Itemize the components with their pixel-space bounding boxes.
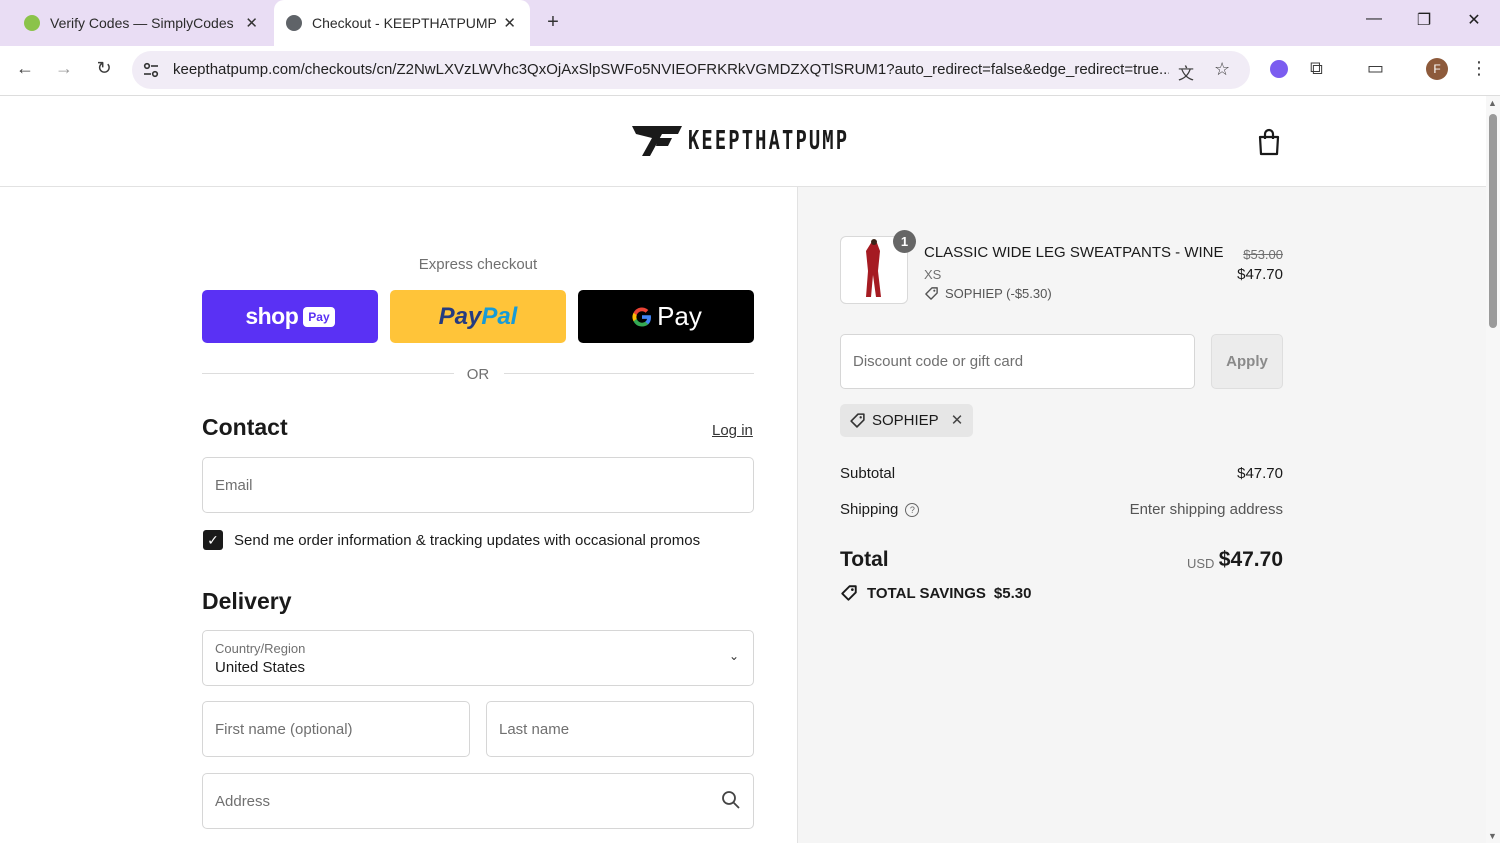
- google-g-icon: [632, 306, 652, 327]
- subtotal-label: Subtotal: [840, 465, 896, 482]
- simplycodes-favicon-icon: [24, 15, 40, 31]
- discount-code-input[interactable]: Discount code or gift card: [840, 334, 1195, 389]
- store-header: KEEPTHATPUMP: [0, 96, 1486, 187]
- translate-icon[interactable]: 文: [1178, 60, 1194, 84]
- tab-title: Verify Codes — SimplyCodes: [50, 15, 234, 31]
- applied-code: SOPHIEP: [872, 412, 939, 429]
- paypal-wordmark-a: Pay: [438, 302, 482, 330]
- puzzle-icon[interactable]: ⧉: [1310, 58, 1323, 79]
- address-field[interactable]: Address: [202, 773, 754, 829]
- subtotal-value: $47.70: [1237, 465, 1283, 482]
- email-field[interactable]: Email: [202, 457, 754, 513]
- google-pay-wordmark: Pay: [657, 301, 702, 331]
- country-select[interactable]: Country/Region United States ⌄: [202, 630, 754, 686]
- paypal-button[interactable]: Pay Pal: [390, 290, 566, 343]
- discount-placeholder: Discount code or gift card: [853, 353, 1024, 370]
- product-discount: SOPHIEP (-$5.30): [924, 286, 1052, 301]
- address-placeholder: Address: [215, 793, 271, 810]
- tag-icon: [850, 413, 865, 428]
- reload-icon[interactable]: ↻: [92, 58, 116, 79]
- country-label: Country/Region: [215, 641, 306, 656]
- product-discount-text: SOPHIEP (-$5.30): [945, 286, 1052, 301]
- remove-code-icon[interactable]: ✕: [951, 412, 964, 429]
- tab-checkout[interactable]: Checkout - KEEPTHATPUMP ✕: [274, 0, 530, 46]
- menu-icon[interactable]: ⋮: [1470, 58, 1488, 79]
- minimize-icon[interactable]: —: [1362, 10, 1386, 28]
- page-scrollbar[interactable]: ▲ ▼: [1486, 96, 1500, 843]
- restore-icon[interactable]: ❐: [1412, 10, 1436, 30]
- back-icon[interactable]: ←: [13, 58, 37, 79]
- login-link[interactable]: Log in: [712, 422, 753, 439]
- divider-line: [504, 373, 754, 374]
- scroll-up-icon[interactable]: ▲: [1488, 98, 1497, 108]
- total-label: Total: [840, 548, 889, 571]
- store-logo[interactable]: KEEPTHATPUMP: [632, 124, 912, 158]
- chevron-down-icon: ⌄: [728, 649, 739, 663]
- savings-label: TOTAL SAVINGS: [867, 584, 986, 602]
- total-savings: TOTAL SAVINGS $5.30: [840, 584, 1031, 602]
- tag-icon: [841, 585, 857, 601]
- email-placeholder: Email: [215, 477, 253, 494]
- apply-button[interactable]: Apply: [1211, 334, 1283, 389]
- savings-value: $5.30: [993, 584, 1032, 602]
- shipping-value: Enter shipping address: [1129, 501, 1283, 518]
- or-divider: OR: [202, 364, 754, 384]
- google-pay-button[interactable]: Pay: [578, 290, 754, 343]
- product-name: CLASSIC WIDE LEG SWEATPANTS - WINE: [924, 244, 1224, 261]
- brand-name: KEEPTHATPUMP: [688, 126, 850, 156]
- contact-heading: Contact: [202, 414, 288, 440]
- country-value: United States: [215, 659, 306, 676]
- express-checkout-label: Express checkout: [418, 256, 538, 273]
- quantity-badge: 1: [893, 230, 916, 253]
- last-name-placeholder: Last name: [499, 721, 570, 738]
- profile-avatar[interactable]: F: [1426, 58, 1448, 80]
- tab-simplycodes[interactable]: Verify Codes — SimplyCodes ✕: [14, 0, 272, 46]
- delivery-heading: Delivery: [202, 588, 292, 614]
- currency-code: USD: [1187, 556, 1215, 571]
- tab-title: Checkout - KEEPTHATPUMP: [312, 15, 497, 31]
- url-text[interactable]: keepthatpump.com/checkouts/cn/Z2NwLXVzLW…: [173, 61, 1169, 78]
- star-icon[interactable]: ☆: [1214, 59, 1230, 80]
- shipping-label: Shipping: [840, 501, 899, 518]
- new-tab-button[interactable]: +: [542, 11, 564, 34]
- shop-pay-button[interactable]: shop Pay: [202, 290, 378, 343]
- close-tab-icon[interactable]: ✕: [245, 14, 258, 32]
- cast-icon[interactable]: ▭: [1367, 58, 1384, 79]
- shop-pay-badge: Pay: [303, 306, 335, 327]
- paypal-wordmark-b: Pal: [481, 302, 518, 330]
- first-name-placeholder: First name (optional): [215, 721, 353, 738]
- browser-tab-bar: Verify Codes — SimplyCodes ✕ Checkout - …: [0, 0, 1500, 46]
- subtotal-row: Subtotal $47.70: [840, 465, 1283, 482]
- applied-discount-chip: SOPHIEP ✕: [840, 404, 974, 437]
- last-name-field[interactable]: Last name: [486, 701, 754, 757]
- product-variant: XS: [924, 267, 942, 282]
- address-bar[interactable]: keepthatpump.com/checkouts/cn/Z2NwLXVzLW…: [132, 51, 1250, 89]
- browser-toolbar: ← → ↻ keepthatpump.com/checkouts/cn/Z2Nw…: [0, 46, 1500, 96]
- checkout-page: KEEPTHATPUMP Express checkout shop Pay P…: [0, 96, 1486, 843]
- promo-checkbox-label[interactable]: Send me order information & tracking upd…: [234, 532, 700, 549]
- forward-icon[interactable]: →: [52, 58, 76, 79]
- shopping-bag-icon[interactable]: [1256, 128, 1282, 156]
- help-icon[interactable]: ?: [905, 503, 920, 517]
- extension-icon[interactable]: [1270, 60, 1288, 78]
- total-value: $47.70: [1218, 548, 1283, 571]
- product-price: $47.70: [1237, 266, 1283, 283]
- scroll-down-icon[interactable]: ▼: [1488, 831, 1497, 841]
- keepthatpump-logo-icon: [632, 126, 682, 156]
- shop-pay-wordmark: shop: [245, 303, 299, 329]
- divider-line: [202, 373, 454, 374]
- site-settings-icon[interactable]: [142, 61, 160, 79]
- tag-icon: [925, 287, 938, 300]
- globe-favicon-icon: [286, 15, 302, 31]
- search-icon[interactable]: [721, 790, 741, 810]
- first-name-field[interactable]: First name (optional): [202, 701, 470, 757]
- promo-checkbox[interactable]: ✓: [203, 530, 223, 550]
- original-price: $53.00: [1243, 247, 1283, 262]
- window-close-icon[interactable]: ✕: [1462, 10, 1486, 30]
- scrollbar-thumb[interactable]: [1489, 114, 1497, 328]
- close-tab-icon[interactable]: ✕: [503, 14, 516, 32]
- or-label: OR: [466, 366, 490, 383]
- shipping-row: Shipping? Enter shipping address: [840, 501, 1283, 518]
